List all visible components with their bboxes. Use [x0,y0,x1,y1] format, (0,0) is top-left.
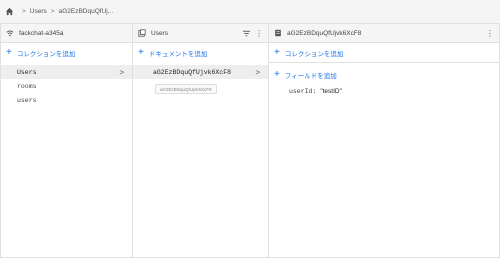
collection-item-users[interactable]: Users > [1,65,132,79]
document-panel-title: aG2EzBDquQfUjvk6XcF8 [287,29,362,37]
chevron-right-icon: > [255,67,260,77]
more-vert-icon[interactable]: ⋮ [255,29,263,38]
document-id-tooltip: aG2EzBDquQfUjvk6XcF8 [155,84,217,94]
database-icon [6,30,14,37]
add-collection-button[interactable]: + コレクションを追加 [1,43,132,62]
collection-panel-header: Users ⋮ [133,24,268,43]
collection-item-users-lower[interactable]: users [1,93,132,107]
collection-item-label: rooms [17,82,37,90]
root-panel-title: fackchat-a345a [19,29,64,37]
plus-icon: + [138,46,144,58]
field-row[interactable]: userId: "testID" [289,88,342,95]
breadcrumb-separator: > [50,8,55,15]
filter-icon[interactable] [242,29,251,38]
home-icon[interactable] [5,7,14,16]
plus-icon: + [6,46,12,58]
add-field-button[interactable]: + フィールドを追加 [269,65,499,84]
collection-item-rooms[interactable]: rooms [1,79,132,93]
collection-item-label: Users [17,68,37,76]
field-key: userId: [289,88,317,95]
add-subcollection-label: コレクションを追加 [284,50,344,58]
breadcrumb-item-document[interactable]: aG2EzBDquQfUj... [59,8,114,15]
plus-icon: + [274,68,280,80]
collection-item-label: users [17,96,37,104]
data-viewer: fackchat-a345a + コレクションを追加 Users > rooms… [0,24,500,258]
more-vert-icon[interactable]: ⋮ [486,29,494,38]
breadcrumb-separator: > [22,8,26,15]
collection-panel: Users ⋮ + ドキュメントを追加 aG2EzBDquQfUjvk6XcF8… [133,24,269,257]
collection-panel-title: Users [151,29,168,37]
breadcrumb: > Users > aG2EzBDquQfUj... [0,0,500,24]
document-panel: aG2EzBDquQfUjvk6XcF8 ⋮ + コレクションを追加 + フィー… [269,24,499,257]
chevron-right-icon: > [119,67,124,77]
breadcrumb-item-users[interactable]: Users [30,8,47,15]
document-icon [275,29,281,37]
root-panel-header: fackchat-a345a [1,24,132,43]
document-item-label: aG2EzBDquQfUjvk6XcF8 [153,68,232,76]
plus-icon: + [274,46,280,58]
add-document-label: ドキュメントを追加 [148,50,208,58]
add-subcollection-button[interactable]: + コレクションを追加 [269,43,499,62]
document-item[interactable]: aG2EzBDquQfUjvk6XcF8 > [133,65,268,79]
add-collection-label: コレクションを追加 [16,50,76,58]
root-panel: fackchat-a345a + コレクションを追加 Users > rooms… [1,24,133,257]
add-document-button[interactable]: + ドキュメントを追加 [133,43,268,62]
document-panel-header: aG2EzBDquQfUjvk6XcF8 ⋮ [269,24,499,43]
field-value: "testID" [320,88,342,95]
add-field-label: フィールドを追加 [284,72,337,80]
collection-icon [138,29,146,37]
